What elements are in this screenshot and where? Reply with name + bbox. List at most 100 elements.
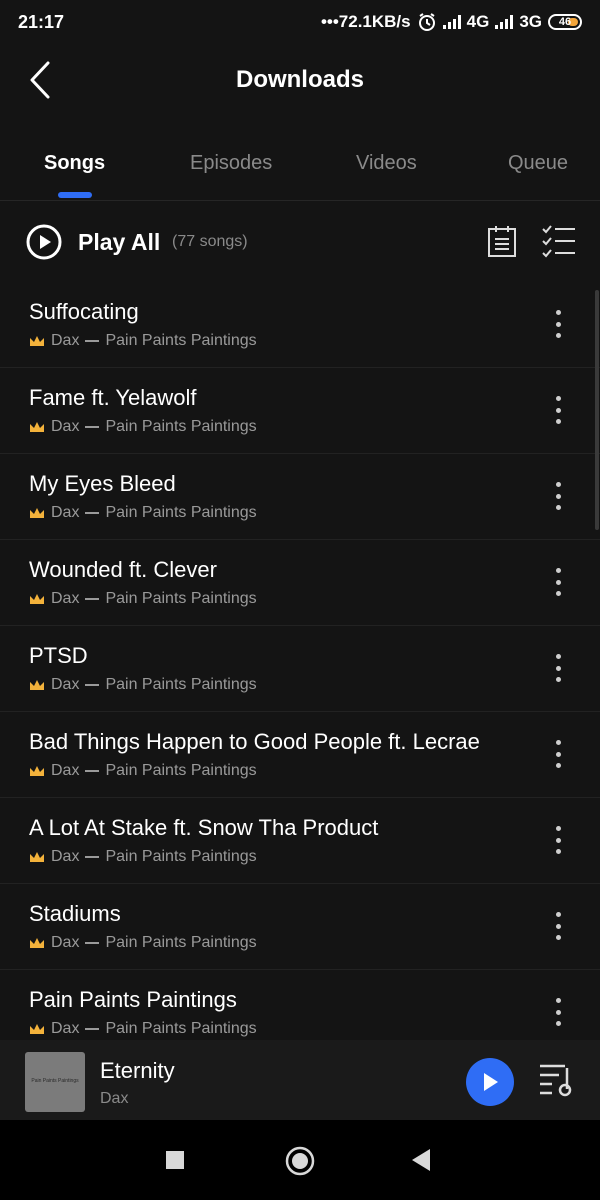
more-vertical-icon[interactable] (546, 912, 570, 940)
tab-videos[interactable]: Videos (356, 152, 417, 175)
alarm-icon (418, 13, 435, 31)
mini-player[interactable]: Pain Paints Paintings Eternity Dax (0, 1040, 600, 1120)
song-artist: Dax (51, 1020, 80, 1037)
calendar-list-icon[interactable] (487, 224, 517, 258)
status-time: 21:17 (18, 11, 65, 32)
song-meta: Dax Pain Paints Paintings (29, 848, 257, 866)
song-album: Pain Paints Paintings (105, 848, 257, 865)
song-artist: Dax (51, 762, 80, 779)
song-title: Pain Paints Paintings (29, 987, 237, 1012)
now-playing-title: Eternity (100, 1058, 175, 1083)
signal-icon-sim1 (442, 15, 461, 29)
sim2-network-type: 3G (519, 12, 542, 31)
song-meta: Dax Pain Paints Paintings (29, 504, 257, 522)
more-vertical-icon[interactable] (546, 482, 570, 510)
play-icon (484, 1073, 498, 1091)
more-vertical-icon[interactable] (546, 396, 570, 424)
song-row[interactable]: A Lot At Stake ft. Snow Tha Product Dax … (0, 798, 600, 884)
separator-dash (85, 1028, 100, 1030)
recent-apps-icon[interactable] (165, 1150, 185, 1170)
more-vertical-icon[interactable] (546, 568, 570, 596)
crown-icon (30, 594, 44, 604)
song-list: Suffocating Dax Pain Paints Paintings Fa… (0, 282, 600, 1056)
separator-dash (85, 512, 100, 514)
separator-dash (85, 340, 100, 342)
system-nav-bar (0, 1120, 600, 1200)
tab-queue[interactable]: Queue (508, 152, 568, 175)
song-title: My Eyes Bleed (29, 471, 176, 496)
cover-text: Pain Paints Paintings (31, 1078, 79, 1084)
song-row[interactable]: My Eyes Bleed Dax Pain Paints Paintings (0, 454, 600, 540)
play-all-button[interactable]: Play All (78, 229, 160, 256)
song-row[interactable]: Suffocating Dax Pain Paints Paintings (0, 282, 600, 368)
song-album: Pain Paints Paintings (105, 676, 257, 693)
song-album: Pain Paints Paintings (105, 1020, 257, 1037)
song-row[interactable]: Fame ft. Yelawolf Dax Pain Paints Painti… (0, 368, 600, 454)
song-row[interactable]: Wounded ft. Clever Dax Pain Paints Paint… (0, 540, 600, 626)
separator-dash (85, 598, 100, 600)
checklist-icon[interactable] (541, 224, 577, 258)
album-cover[interactable]: Pain Paints Paintings (25, 1052, 85, 1112)
song-artist: Dax (51, 418, 80, 435)
play-circle-icon[interactable] (26, 224, 62, 260)
song-album: Pain Paints Paintings (105, 332, 257, 349)
separator-dash (85, 942, 100, 944)
more-vertical-icon[interactable] (546, 654, 570, 682)
song-album: Pain Paints Paintings (105, 762, 257, 779)
song-title: Suffocating (29, 299, 139, 324)
song-title: Wounded ft. Clever (29, 557, 217, 582)
song-title: A Lot At Stake ft. Snow Tha Product (29, 815, 379, 840)
crown-icon (30, 336, 44, 346)
status-icons: •••72.1KB/s 4G 3G 46 (321, 12, 582, 32)
tab-bar: Songs Episodes Videos Queue (0, 140, 600, 201)
home-icon[interactable] (285, 1146, 315, 1176)
song-meta: Dax Pain Paints Paintings (29, 762, 257, 780)
playlist-queue-icon[interactable] (537, 1060, 577, 1100)
crown-icon (30, 422, 44, 432)
page-title: Downloads (235, 66, 364, 93)
song-meta: Dax Pain Paints Paintings (29, 1020, 257, 1038)
battery-icon: 46 (548, 14, 582, 30)
more-vertical-icon[interactable] (546, 310, 570, 338)
song-meta: Dax Pain Paints Paintings (29, 332, 257, 350)
song-album: Pain Paints Paintings (105, 934, 257, 951)
song-row[interactable]: Bad Things Happen to Good People ft. Lec… (0, 712, 600, 798)
song-title: Fame ft. Yelawolf (29, 385, 197, 410)
tab-episodes[interactable]: Episodes (190, 152, 272, 175)
tab-songs[interactable]: Songs (44, 152, 105, 175)
scrollbar[interactable] (595, 290, 599, 530)
song-count: (77 songs) (172, 233, 248, 250)
separator-dash (85, 856, 100, 858)
song-artist: Dax (51, 676, 80, 693)
song-album: Pain Paints Paintings (105, 418, 257, 435)
status-bar: 21:17 •••72.1KB/s 4G 3G 46 (0, 0, 600, 44)
play-button[interactable] (466, 1058, 514, 1106)
song-artist: Dax (51, 332, 80, 349)
header: Downloads (0, 44, 600, 118)
song-meta: Dax Pain Paints Paintings (29, 590, 257, 608)
song-title: Bad Things Happen to Good People ft. Lec… (29, 729, 480, 754)
song-title: PTSD (29, 643, 88, 668)
back-nav-icon[interactable] (410, 1148, 432, 1172)
song-meta: Dax Pain Paints Paintings (29, 418, 257, 436)
more-vertical-icon[interactable] (546, 740, 570, 768)
separator-dash (85, 684, 100, 686)
sim1-network-type: 4G (466, 12, 490, 31)
crown-icon (30, 508, 44, 518)
song-row[interactable]: Stadiums Dax Pain Paints Paintings (0, 884, 600, 970)
crown-icon (30, 1024, 44, 1034)
play-all-row: Play All (77 songs) (0, 212, 600, 272)
separator-dash (85, 426, 100, 428)
crown-icon (30, 938, 44, 948)
more-vertical-icon[interactable] (546, 998, 570, 1026)
song-artist: Dax (51, 848, 80, 865)
song-album: Pain Paints Paintings (105, 504, 257, 521)
song-album: Pain Paints Paintings (105, 590, 257, 607)
separator-dash (85, 770, 100, 772)
battery-level: 46 (558, 16, 572, 28)
more-vertical-icon[interactable] (546, 826, 570, 854)
network-speed: •••72.1KB/s (320, 12, 411, 31)
song-artist: Dax (51, 934, 80, 951)
song-row[interactable]: PTSD Dax Pain Paints Paintings (0, 626, 600, 712)
crown-icon (30, 852, 44, 862)
